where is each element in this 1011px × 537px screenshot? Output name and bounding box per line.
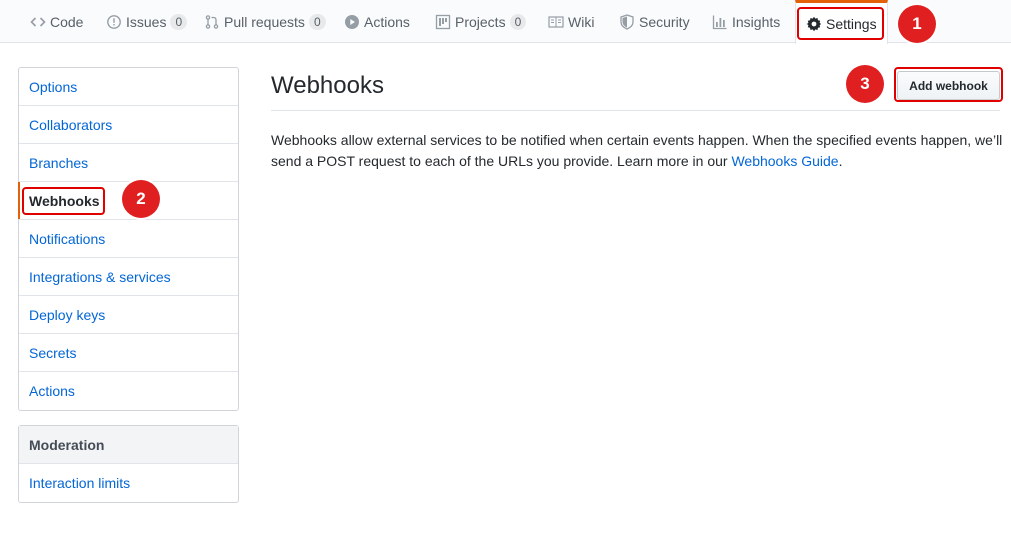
projects-counter: 0 [509, 13, 527, 30]
sidebar-item-branches[interactable]: Branches [19, 144, 238, 182]
description-text: Webhooks allow external services to be n… [271, 132, 1003, 169]
tab-label: Actions [364, 13, 410, 30]
tab-label: Pull requests [224, 13, 305, 30]
issues-counter: 0 [170, 13, 188, 30]
sidebar-item-secrets[interactable]: Secrets [19, 334, 238, 372]
sidebar-item-interaction-limits[interactable]: Interaction limits [19, 464, 238, 502]
tab-security[interactable]: Security [619, 0, 690, 43]
moderation-heading: Moderation [19, 426, 238, 464]
callout-badge-1: 1 [898, 5, 936, 43]
tab-label: Wiki [568, 13, 595, 30]
sidebar-item-deploy-keys[interactable]: Deploy keys [19, 296, 238, 334]
sidebar-item-notifications[interactable]: Notifications [19, 220, 238, 258]
page-title: Webhooks [271, 72, 384, 99]
moderation-sidebar: Moderation Interaction limits [18, 425, 239, 503]
book-icon [548, 14, 564, 30]
code-icon [30, 14, 46, 30]
settings-sidebar: Options Collaborators Branches Webhooks … [18, 67, 239, 411]
project-icon [435, 14, 451, 30]
tab-code[interactable]: Code [30, 0, 83, 43]
tab-projects[interactable]: Projects 0 [435, 0, 527, 43]
settings-highlight-box [797, 7, 884, 40]
sidebar-item-integrations-services[interactable]: Integrations & services [19, 258, 238, 296]
sidebar-item-collaborators[interactable]: Collaborators [19, 106, 238, 144]
sidebar-item-options[interactable]: Options [19, 68, 238, 106]
tab-label: Issues [126, 13, 167, 30]
tab-pull-requests[interactable]: Pull requests 0 [204, 0, 326, 43]
graph-icon [712, 14, 728, 30]
tab-issues[interactable]: Issues 0 [106, 0, 188, 43]
pull-requests-counter: 0 [308, 13, 326, 30]
play-icon [344, 14, 360, 30]
webhooks-description: Webhooks allow external services to be n… [271, 130, 1006, 172]
issue-icon [106, 14, 122, 30]
tab-label: Code [50, 13, 84, 30]
callout-badge-3: 3 [846, 65, 884, 103]
pull-request-icon [204, 14, 220, 30]
tab-actions[interactable]: Actions [344, 0, 410, 43]
webhooks-guide-link[interactable]: Webhooks Guide [731, 153, 838, 169]
callout-badge-2: 2 [122, 180, 160, 218]
description-end: . [838, 153, 843, 169]
shield-icon [619, 13, 635, 30]
tab-wiki[interactable]: Wiki [548, 0, 594, 43]
add-webhook-highlight-box [894, 67, 1003, 102]
tab-insights[interactable]: Insights [712, 0, 780, 43]
webhooks-highlight-box [22, 187, 105, 215]
tab-label: Security [639, 13, 690, 30]
tab-label: Insights [732, 13, 781, 30]
tab-label: Projects [455, 13, 506, 30]
sidebar-item-actions[interactable]: Actions [19, 372, 238, 410]
title-divider [271, 110, 1000, 111]
